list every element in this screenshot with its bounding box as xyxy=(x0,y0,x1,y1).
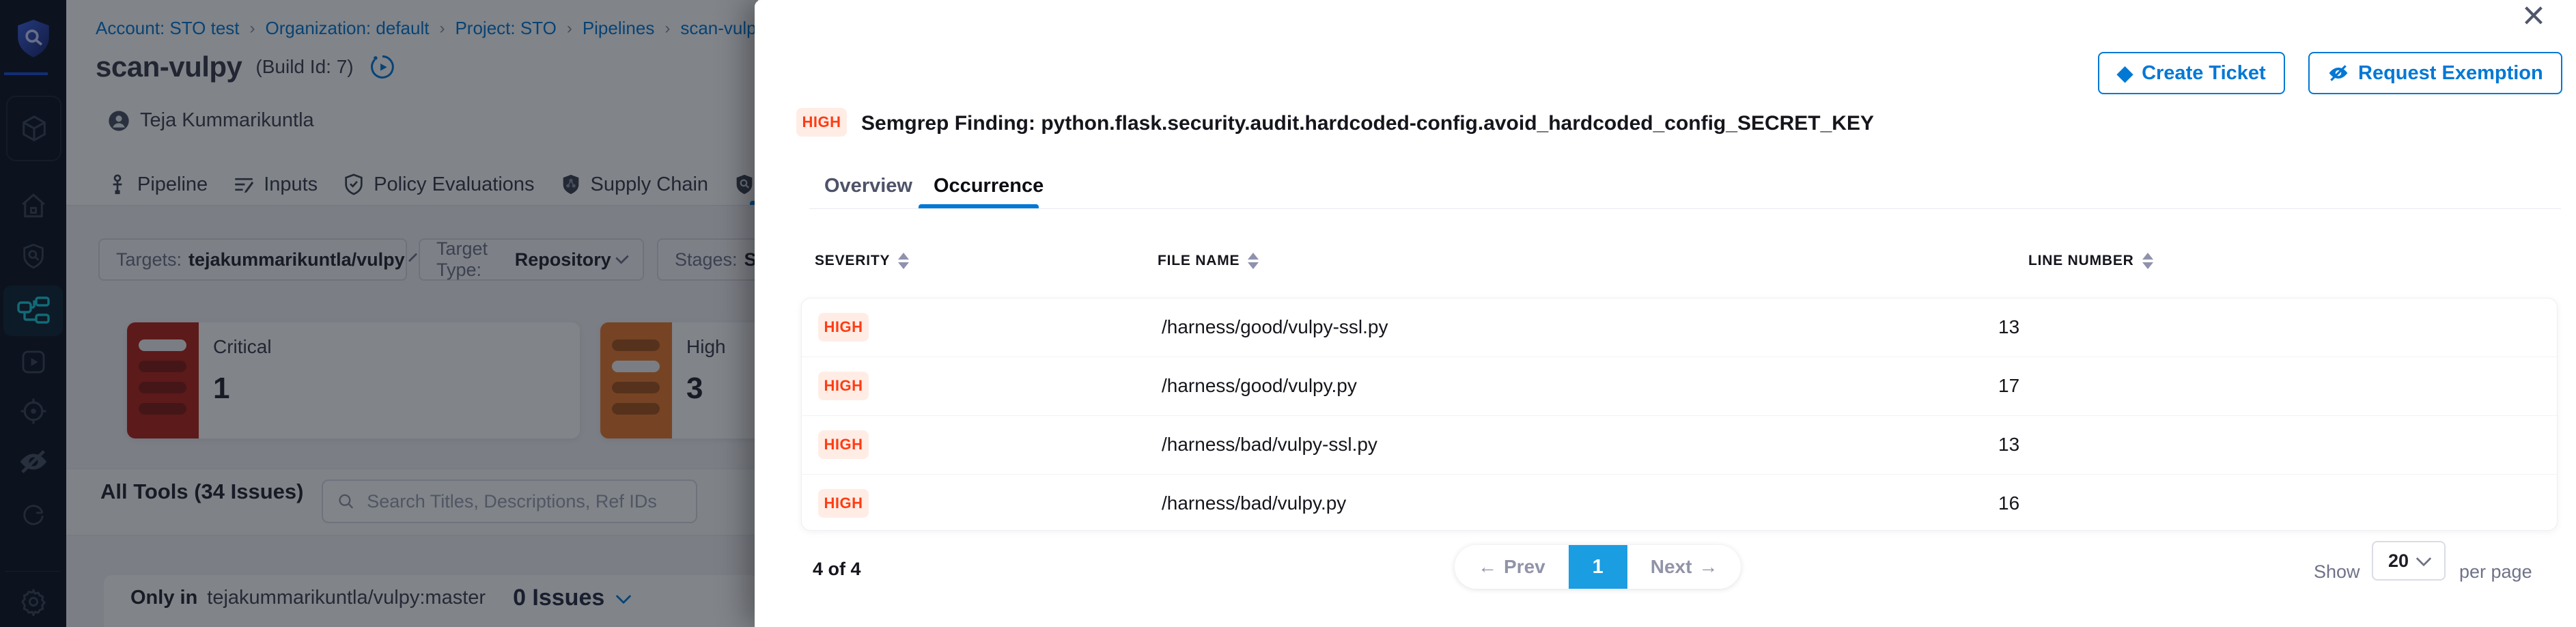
finding-title: Semgrep Finding: python.flask.security.a… xyxy=(861,112,1874,135)
eye-slash-icon xyxy=(2327,64,2349,83)
severity-badge: HIGH xyxy=(818,430,869,459)
create-ticket-button[interactable]: ◆ Create Ticket xyxy=(2098,52,2285,94)
button-label: Request Exemption xyxy=(2358,62,2543,85)
table-row[interactable]: HIGH /harness/bad/vulpy.py 16 xyxy=(802,475,2557,533)
app-root: Account: STO test › Organization: defaul… xyxy=(0,0,2576,627)
pagination-summary: 4 of 4 xyxy=(813,559,861,580)
finding-details-modal: × ◆ Create Ticket Request Exemption HIGH… xyxy=(755,0,2576,627)
severity-badge: HIGH xyxy=(818,372,869,400)
close-icon[interactable]: × xyxy=(2522,0,2545,36)
per-page-label: per page xyxy=(2459,561,2532,583)
tab-overview[interactable]: Overview xyxy=(824,175,912,197)
column-label: SEVERITY xyxy=(815,253,890,269)
current-page-button[interactable]: 1 xyxy=(1569,545,1627,589)
line-number-cell: 13 xyxy=(1998,434,2019,456)
severity-badge: HIGH xyxy=(818,489,869,518)
prev-page-button[interactable]: ← Prev xyxy=(1455,545,1569,589)
page-size-value: 20 xyxy=(2388,551,2409,572)
tab-occurrence[interactable]: Occurrence xyxy=(934,175,1044,197)
next-page-button[interactable]: Next → xyxy=(1627,545,1741,589)
column-label: FILE NAME xyxy=(1158,253,1240,269)
sort-icon xyxy=(1248,253,1259,269)
chevron-down-icon xyxy=(2416,551,2432,567)
occurrence-table: HIGH /harness/good/vulpy-ssl.py 13 HIGH … xyxy=(801,298,2558,531)
column-label: LINE NUMBER xyxy=(2028,253,2134,269)
severity-badge: HIGH xyxy=(818,313,869,342)
request-exemption-button[interactable]: Request Exemption xyxy=(2308,52,2562,94)
file-name-cell: /harness/bad/vulpy-ssl.py xyxy=(1162,434,1377,456)
line-number-cell: 17 xyxy=(1998,375,2019,397)
tab-bar-border xyxy=(809,208,2561,209)
column-header-line-number[interactable]: LINE NUMBER xyxy=(2028,253,2153,269)
page-size-select[interactable]: 20 xyxy=(2372,541,2446,581)
column-header-severity[interactable]: SEVERITY xyxy=(815,253,909,269)
arrow-right-icon: → xyxy=(1698,556,1718,578)
button-label: Create Ticket xyxy=(2142,62,2266,85)
button-label: Prev xyxy=(1504,556,1545,578)
ticket-diamond-icon: ◆ xyxy=(2117,61,2133,85)
file-name-cell: /harness/good/vulpy.py xyxy=(1162,375,1357,397)
file-name-cell: /harness/bad/vulpy.py xyxy=(1162,492,1346,514)
table-row[interactable]: HIGH /harness/good/vulpy-ssl.py 13 xyxy=(802,298,2557,357)
table-row[interactable]: HIGH /harness/good/vulpy.py 17 xyxy=(802,357,2557,416)
button-label: Next xyxy=(1651,556,1692,578)
table-row[interactable]: HIGH /harness/bad/vulpy-ssl.py 13 xyxy=(802,416,2557,475)
pagination-control: ← Prev 1 Next → xyxy=(1455,545,1741,589)
column-header-file-name[interactable]: FILE NAME xyxy=(1158,253,1259,269)
modal-backdrop[interactable] xyxy=(0,0,758,627)
severity-badge: HIGH xyxy=(796,108,847,137)
arrow-left-icon: ← xyxy=(1478,556,1497,578)
sort-icon xyxy=(2142,253,2153,269)
sort-icon xyxy=(898,253,909,269)
file-name-cell: /harness/good/vulpy-ssl.py xyxy=(1162,316,1388,338)
line-number-cell: 16 xyxy=(1998,492,2019,514)
line-number-cell: 13 xyxy=(1998,316,2019,338)
show-label: Show xyxy=(2314,561,2360,583)
